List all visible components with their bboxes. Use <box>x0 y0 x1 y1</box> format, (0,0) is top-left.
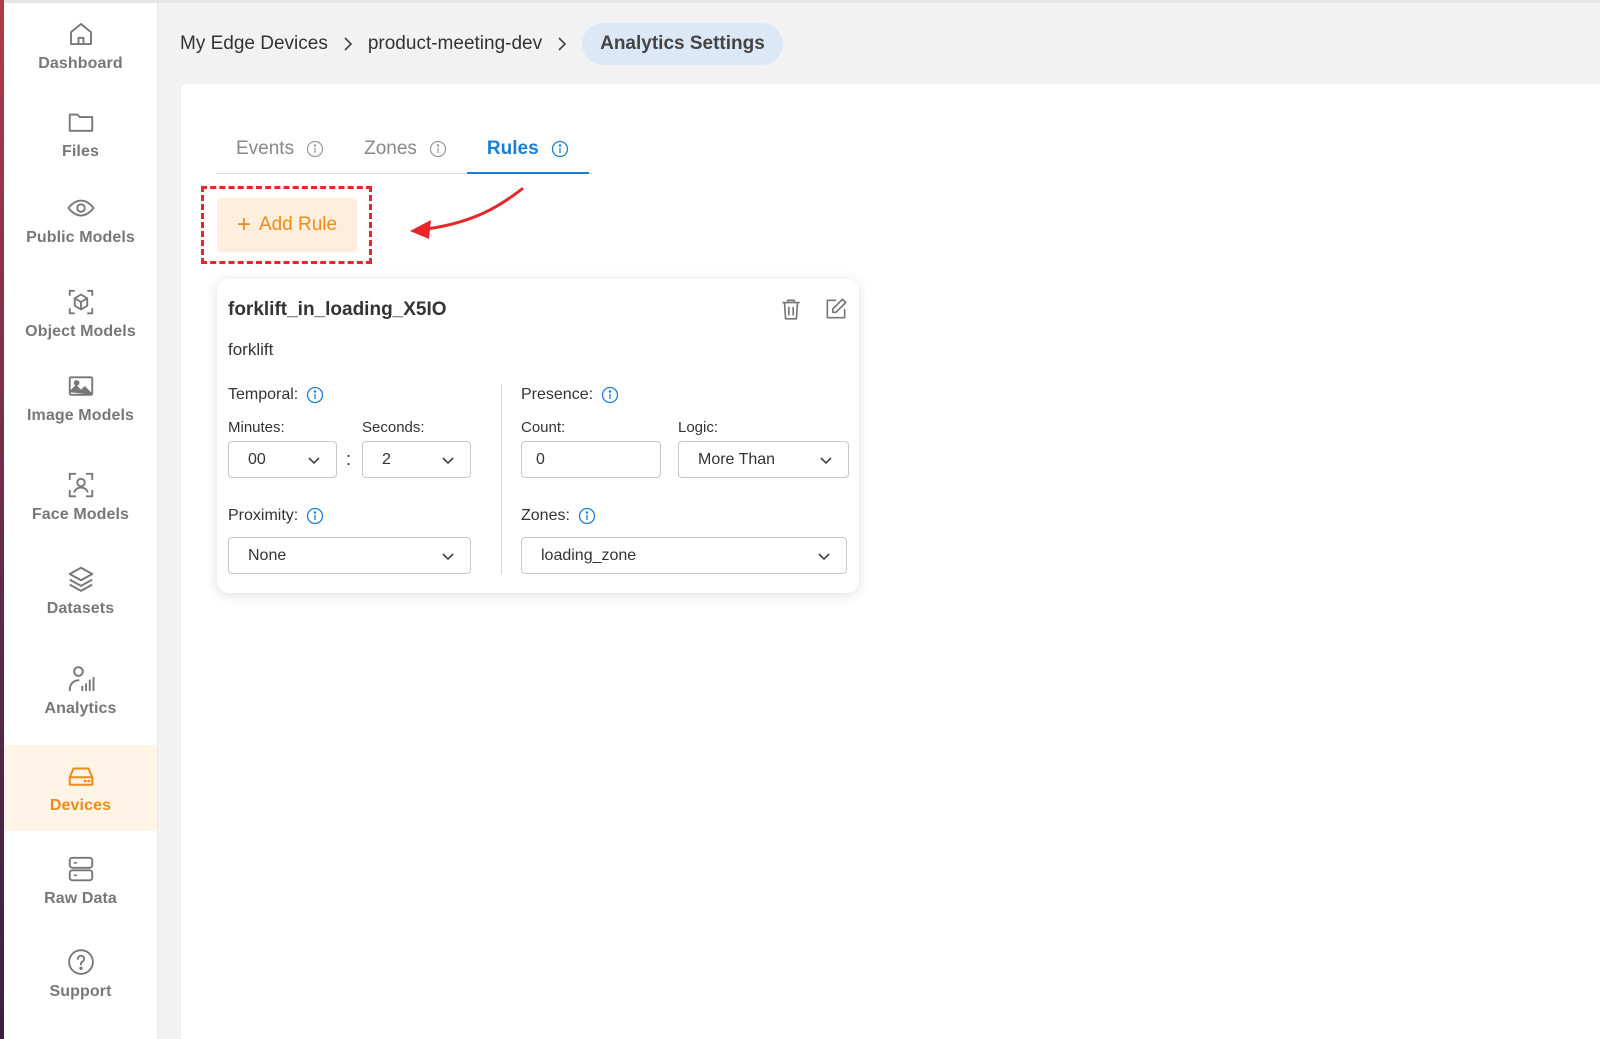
tab-label: Rules <box>486 138 539 159</box>
chevron-down-icon <box>818 552 830 560</box>
help-icon <box>67 949 94 975</box>
zones-select[interactable]: loading_zone <box>521 537 847 574</box>
count-input[interactable] <box>521 441 661 478</box>
sidebar-item-label: Object Models <box>25 323 136 340</box>
minutes-select[interactable]: 00 <box>228 441 337 478</box>
image-icon <box>68 376 93 396</box>
server-icon <box>68 856 93 882</box>
device-icon <box>68 767 93 786</box>
tab-rules[interactable]: Rules <box>466 125 589 174</box>
time-separator: : <box>346 449 352 469</box>
chevron-right-icon <box>340 36 356 52</box>
sidebar-item-datasets[interactable]: Datasets <box>4 548 157 634</box>
presence-label: Presence: <box>521 386 619 404</box>
sidebar-item-dashboard[interactable]: Dashboard <box>4 3 157 89</box>
temporal-label-text: Temporal: <box>228 386 299 403</box>
sidebar-item-support[interactable]: Support <box>4 931 157 1017</box>
proximity-label-text: Proximity: <box>228 507 299 524</box>
info-icon[interactable] <box>551 140 569 158</box>
rule-subtitle: forklift <box>228 340 274 359</box>
sidebar-item-label: Datasets <box>46 600 115 617</box>
window-top-border <box>4 0 1600 3</box>
tab-events[interactable]: Events <box>216 125 344 173</box>
sidebar-item-image-models[interactable]: Image Models <box>4 355 157 441</box>
rule-card: forklift_in_loading_X5IO forklift Tempor… <box>217 279 859 593</box>
sidebar-item-label: Public Models <box>26 229 135 246</box>
chevron-right-icon <box>554 36 570 52</box>
sidebar-item-label: Devices <box>49 797 112 814</box>
sidebar-item-label: Support <box>49 983 112 1000</box>
seconds-label: Seconds: <box>362 419 425 436</box>
rule-title: forklift_in_loading_X5IO <box>228 299 447 320</box>
edit-icon[interactable] <box>823 296 849 322</box>
sidebar-item-label: Files <box>62 143 99 160</box>
plus-icon: + <box>236 211 251 238</box>
chevron-down-icon <box>442 552 454 560</box>
logic-select[interactable]: More Than <box>678 441 849 478</box>
annotation-arrow-icon <box>410 187 524 239</box>
sidebar-item-label: Analytics <box>44 700 117 717</box>
chevron-down-icon <box>308 456 320 464</box>
sidebar-item-face-models[interactable]: Face Models <box>4 454 157 540</box>
info-icon[interactable] <box>578 507 596 525</box>
sidebar-item-devices[interactable]: Devices <box>4 745 157 831</box>
breadcrumb-my-edge-devices[interactable]: My Edge Devices <box>180 33 328 55</box>
zones-label: Zones: <box>521 507 596 525</box>
face-scan-icon <box>68 472 93 498</box>
sidebar-item-label: Image Models <box>26 407 134 424</box>
proximity-value: None <box>248 546 287 564</box>
home-icon <box>69 23 92 45</box>
column-divider <box>501 384 502 574</box>
sidebar-item-label: Raw Data <box>44 890 117 907</box>
seconds-value: 2 <box>382 450 391 468</box>
sidebar-item-label: Dashboard <box>38 55 123 72</box>
breadcrumb: My Edge Devices product-meeting-dev Anal… <box>180 22 783 66</box>
info-icon[interactable] <box>429 140 447 158</box>
presence-label-text: Presence: <box>521 386 594 403</box>
breadcrumb-current: Analytics Settings <box>582 23 783 65</box>
temporal-label: Temporal: <box>228 386 324 404</box>
add-rule-button[interactable]: + Add Rule <box>217 198 357 252</box>
analytics-icon <box>68 666 94 692</box>
tab-label: Zones <box>364 138 417 159</box>
zones-label-text: Zones: <box>521 507 570 524</box>
breadcrumb-device[interactable]: product-meeting-dev <box>368 33 542 55</box>
info-icon[interactable] <box>306 386 324 404</box>
logic-label: Logic: <box>678 419 719 436</box>
proximity-label: Proximity: <box>228 507 324 525</box>
tab-label: Events <box>236 138 295 159</box>
tab-zones[interactable]: Zones <box>344 125 467 173</box>
minutes-label: Minutes: <box>228 419 285 436</box>
info-icon[interactable] <box>306 507 324 525</box>
sidebar: Dashboard Files Public Models Object Mod… <box>4 3 158 1039</box>
info-icon[interactable] <box>306 140 324 158</box>
chevron-down-icon <box>442 456 454 464</box>
seconds-select[interactable]: 2 <box>362 441 471 478</box>
sidebar-item-files[interactable]: Files <box>4 91 157 177</box>
folder-icon <box>68 113 93 132</box>
trash-icon[interactable] <box>778 296 804 322</box>
cube-icon <box>68 289 93 315</box>
logic-value: More Than <box>698 450 776 468</box>
proximity-select[interactable]: None <box>228 537 471 574</box>
sidebar-item-label: Face Models <box>31 506 130 523</box>
sidebar-item-analytics[interactable]: Analytics <box>4 648 157 734</box>
eye-icon <box>66 199 95 217</box>
count-label: Count: <box>521 419 566 436</box>
sidebar-item-public-models[interactable]: Public Models <box>4 177 157 263</box>
add-rule-label: Add Rule <box>258 214 338 235</box>
minutes-value: 00 <box>248 450 266 468</box>
layers-icon <box>68 566 93 592</box>
zones-value: loading_zone <box>541 546 637 564</box>
tab-bar: Events Zones Rules <box>216 125 592 174</box>
sidebar-item-raw-data[interactable]: Raw Data <box>4 838 157 924</box>
info-icon[interactable] <box>601 386 619 404</box>
sidebar-item-object-models[interactable]: Object Models <box>4 271 157 357</box>
chevron-down-icon <box>820 456 832 464</box>
